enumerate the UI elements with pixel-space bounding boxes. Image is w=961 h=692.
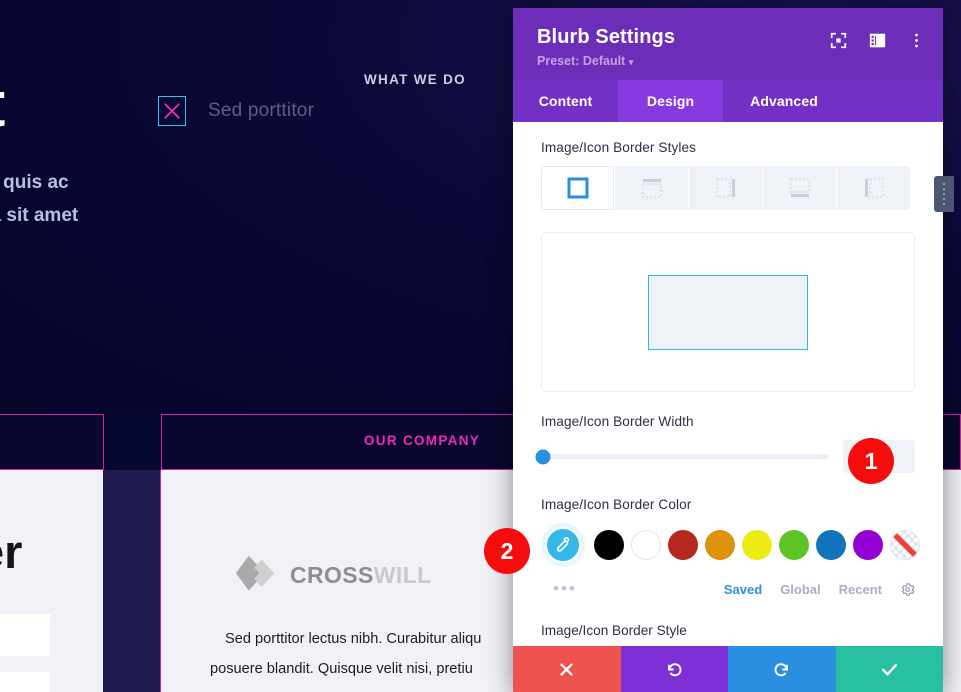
panel-action-bar [513,646,943,692]
lower-accent-column [103,470,161,692]
swatch-yellow[interactable] [742,530,772,560]
border-styles-label: Image/Icon Border Styles [541,140,697,155]
undo-icon [667,662,682,676]
panel-header-actions [830,32,925,49]
redo-button[interactable] [728,646,836,692]
crossed-tools-icon [158,96,186,126]
border-width-label: Image/Icon Border Width [541,414,694,429]
blurb-module[interactable]: Sed porttitor [158,96,314,126]
border-width-slider-knob[interactable] [535,449,551,464]
panel-tabs: Content Design Advanced [513,80,943,122]
swatch-white[interactable] [631,530,661,560]
handle-dot [943,193,945,195]
handle-dot [943,198,945,200]
border-top-icon-button[interactable] [615,166,688,210]
color-tab-saved[interactable]: Saved [724,582,762,597]
client-logo: CROSSWILL [234,554,432,596]
border-style-label: Image/Icon Border Style [541,623,687,638]
undo-button[interactable] [620,646,728,692]
cancel-button[interactable] [513,646,621,692]
border-color-label: Image/Icon Border Color [541,497,692,512]
border-top-icon [641,179,662,198]
eyebrow-our-company: OUR COMPANY [364,433,481,448]
handle-dot [943,188,945,190]
color-source-tabs: Saved Global Recent [724,582,915,597]
tab-design[interactable]: Design [618,80,723,122]
check-icon [881,663,897,675]
handle-dot [943,183,945,185]
hero-subline-2: lla sit amet [0,205,79,226]
swatch-red[interactable] [668,530,698,560]
blurb-settings-panel: Blurb Settings Preset: Default ▾ Content… [513,8,943,692]
swatch-none[interactable] [890,530,920,560]
body-text-line-2: posuere blandit. Quisque velit nisi, pre… [210,661,473,677]
eyedropper-icon [545,527,581,563]
logo-wordmark: CROSSWILL [290,562,432,589]
border-left-icon-button[interactable] [837,166,910,210]
gear-icon[interactable] [900,582,915,597]
border-preview-swatch [648,274,808,350]
border-color-swatches [541,523,920,567]
border-right-icon [715,178,735,198]
border-bottom-icon [789,178,810,197]
border-styles-group [541,166,915,210]
color-meta-row: ••• Saved Global Recent [541,579,915,599]
step-badge-2: 2 [484,528,530,574]
lower-white-block-1 [0,614,50,656]
screen: t is quis ac lla sit amet WHAT WE DO Sed… [0,0,961,692]
border-all-icon-button[interactable] [541,166,614,210]
border-preview-area [541,232,915,392]
step-badge-1: 1 [848,438,894,484]
save-button[interactable] [835,646,943,692]
logo-text-part1: CROSS [290,561,374,588]
eyedropper-button[interactable] [541,523,585,567]
panel-resize-handle[interactable] [934,176,954,212]
border-right-icon-button[interactable] [689,166,762,210]
color-tab-global[interactable]: Global [780,582,820,597]
handle-dot [943,203,945,205]
close-icon [560,662,573,676]
color-tab-recent[interactable]: Recent [839,582,882,597]
border-left-icon [864,178,884,198]
body-text-line-1: Sed porttitor lectus nibh. Curabitur ali… [225,631,482,647]
eyebrow-what-we-do: WHAT WE DO [364,72,466,87]
swatch-black[interactable] [594,530,624,560]
logo-text-part2: WILL [373,561,432,588]
border-all-icon [567,177,588,199]
border-bottom-icon-button[interactable] [763,166,836,210]
preset-selector[interactable]: Preset: Default ▾ [537,54,919,68]
hero-headline: t [0,72,5,136]
diamond-chevron-logo-icon [235,555,275,591]
preset-label: Preset: Default [537,54,626,68]
redo-icon [774,662,789,676]
band-box-left [0,414,104,470]
swatch-blue[interactable] [816,530,846,560]
panel-body: Image/Icon Border Styles Image/Icon Bord… [513,122,943,692]
lower-heading: er [0,525,23,578]
lower-white-block-2 [0,672,50,692]
chevron-down-icon: ▾ [628,57,634,67]
panel-header: Blurb Settings Preset: Default ▾ [513,8,943,80]
border-width-slider[interactable] [535,449,829,464]
swatch-orange[interactable] [705,530,735,560]
layout-view-icon[interactable] [869,32,886,49]
more-options-icon[interactable] [908,32,925,49]
focus-mode-icon[interactable] [830,32,847,49]
hero-subline-1: is quis ac [0,172,69,193]
swatch-green[interactable] [779,530,809,560]
tab-advanced[interactable]: Advanced [723,80,845,122]
blurb-title: Sed porttitor [208,100,315,121]
swatch-purple[interactable] [853,530,883,560]
more-colors-icon[interactable]: ••• [553,579,577,599]
tab-content[interactable]: Content [513,80,618,122]
